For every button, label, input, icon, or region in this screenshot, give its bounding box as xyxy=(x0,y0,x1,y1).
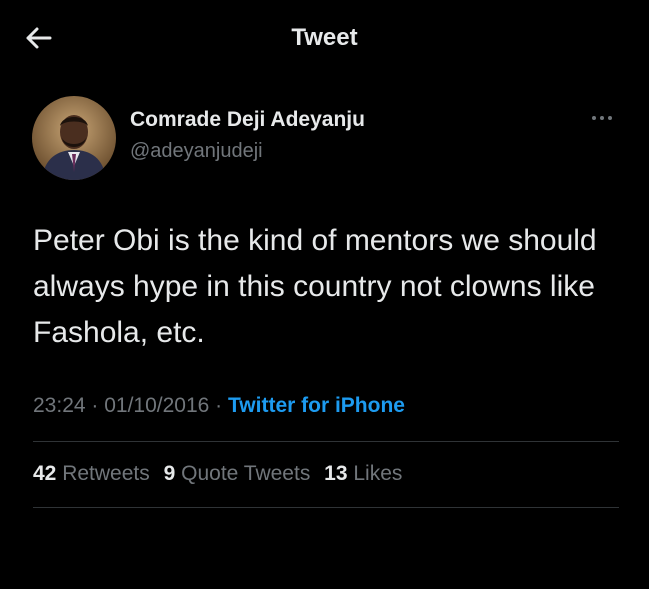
more-options-button[interactable] xyxy=(588,108,616,128)
quotes-count: 9 xyxy=(163,462,176,485)
page-title: Tweet xyxy=(291,24,358,51)
tweet-meta: 23:24 · 01/10/2016 · Twitter for iPhone xyxy=(33,394,405,418)
quotes-label: Quote Tweets xyxy=(181,462,311,485)
retweets-count: 42 xyxy=(33,462,57,485)
retweets-label: Retweets xyxy=(62,462,150,485)
retweets-stat[interactable]: 42 Retweets xyxy=(33,462,150,486)
tweet-stats: 42 Retweets 9 Quote Tweets 13 Likes xyxy=(33,462,410,486)
quote-tweets-stat[interactable]: 9 Quote Tweets xyxy=(164,462,311,486)
tweet-date[interactable]: 01/10/2016 xyxy=(104,394,209,417)
more-horizontal-icon xyxy=(592,116,612,120)
likes-stat[interactable]: 13 Likes xyxy=(324,462,402,486)
author-name[interactable]: Comrade Deji Adeyanju xyxy=(130,108,365,132)
meta-separator: · xyxy=(209,394,229,417)
likes-count: 13 xyxy=(324,462,348,485)
tweet-text: Peter Obi is the kind of mentors we shou… xyxy=(33,224,597,349)
meta-separator: · xyxy=(85,394,105,417)
top-bar: Tweet xyxy=(0,0,649,78)
tweet-source-link[interactable]: Twitter for iPhone xyxy=(228,394,405,417)
avatar-image xyxy=(32,96,116,180)
tweet-time[interactable]: 23:24 xyxy=(33,394,86,417)
likes-label: Likes xyxy=(353,462,403,485)
author-handle[interactable]: @adeyanjudeji xyxy=(130,140,263,163)
tweet-screen: Tweet Comrade Deji Adeyanju @adeyanjudej… xyxy=(0,0,649,589)
avatar[interactable] xyxy=(32,96,116,180)
divider xyxy=(33,507,619,508)
divider xyxy=(33,441,619,442)
